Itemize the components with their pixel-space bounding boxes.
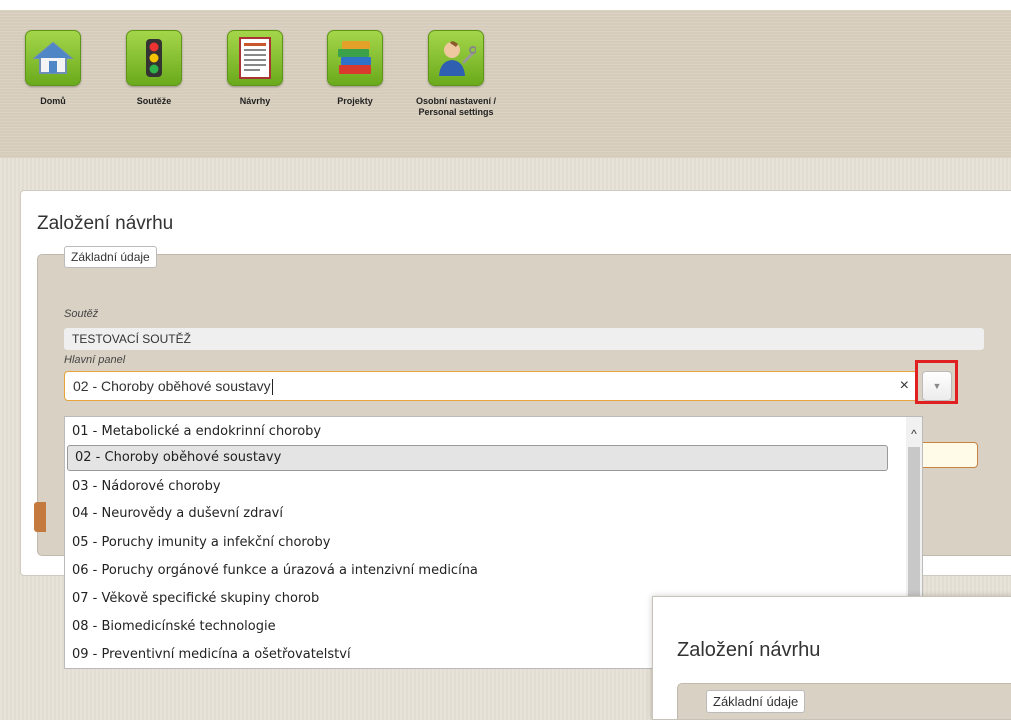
toolbar-item-personal-settings[interactable]: Osobní nastavení / Personal settings	[413, 30, 499, 118]
page-title: Založení návrhu	[37, 213, 174, 234]
top-strip	[0, 0, 1011, 10]
toolbar-item-competitions[interactable]: Soutěže	[111, 30, 197, 107]
inset-fieldset: Základní údaje	[677, 683, 1011, 719]
dropdown-option[interactable]: 04 - Neurovědy a duševní zdraví	[65, 501, 905, 527]
dropdown-option-selected[interactable]: 02 - Choroby oběhové soustavy	[67, 445, 888, 471]
highlight-box	[915, 360, 958, 404]
dropdown-option[interactable]: 03 - Nádorové choroby	[65, 474, 905, 500]
submit-button[interactable]	[34, 502, 46, 532]
fieldset-legend: Základní údaje	[64, 246, 157, 268]
toolbar-label: Návrhy	[239, 96, 271, 106]
toolbar-label: Domů	[40, 96, 66, 106]
main-panel-value: 02 - Choroby oběhové soustavy	[73, 378, 271, 394]
document-icon	[227, 30, 283, 86]
traffic-light-icon	[126, 30, 182, 86]
toolbar-label: Soutěže	[136, 96, 172, 106]
toolbar-label: Projekty	[337, 96, 373, 106]
inset-page-title: Založení návrhu	[677, 639, 821, 661]
dropdown-option[interactable]: 01 - Metabolické a endokrinní choroby	[65, 419, 905, 445]
toolbar-label: Osobní nastavení / Personal settings	[415, 96, 497, 117]
dropdown-option[interactable]: 06 - Poruchy orgánové funkce a úrazová a…	[65, 558, 905, 584]
main-panel-select[interactable]: 02 - Choroby oběhové soustavy ×	[64, 371, 918, 401]
home-icon	[25, 30, 81, 86]
toolbar-item-home[interactable]: Domů	[10, 30, 96, 107]
books-icon	[327, 30, 383, 86]
chevron-up-icon[interactable]: ^	[906, 427, 922, 441]
inset-fieldset-legend: Základní údaje	[706, 690, 806, 713]
user-settings-icon	[428, 30, 484, 86]
clear-icon[interactable]: ×	[900, 372, 909, 400]
competition-label: Soutěž	[64, 308, 99, 320]
main-panel-label: Hlavní panel	[64, 354, 126, 366]
dropdown-option[interactable]: 05 - Poruchy imunity a infekční choroby	[65, 530, 905, 556]
toolbar-item-projects[interactable]: Projekty	[312, 30, 398, 107]
text-cursor	[271, 379, 273, 396]
toolbar-item-proposals[interactable]: Návrhy	[212, 30, 298, 107]
competition-field: TESTOVACÍ SOUTĚŽ	[64, 328, 984, 350]
inset-screenshot: Založení návrhu Základní údaje	[652, 596, 1011, 720]
main-toolbar: Domů Soutěže Návrhy Projekty Osobní nast…	[0, 10, 1011, 158]
